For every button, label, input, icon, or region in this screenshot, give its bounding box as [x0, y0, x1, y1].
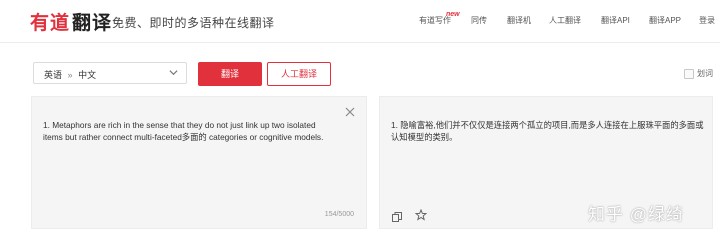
top-header: 有道 翻译 免费、即时的多语种在线翻译 有道写作 同传 翻译机 人工翻译 翻译AP… [0, 0, 720, 43]
new-badge: new [446, 11, 460, 18]
lang-from: 英语 [44, 70, 63, 80]
nav-item-login[interactable]: 登录 [699, 15, 715, 26]
chevron-down-icon [169, 68, 178, 79]
lang-to: 中文 [78, 70, 97, 80]
translation-result: 1. 隐喻富裕,他们并不仅仅是连接两个孤立的项目,而是多人连接在上服珠平面的多面… [391, 120, 704, 142]
checkbox[interactable] [684, 69, 694, 79]
word-select-label: 划词 [697, 69, 713, 78]
lang-arrow: » [67, 70, 73, 80]
char-counter: 154/5000 [324, 211, 354, 218]
close-icon[interactable] [344, 107, 356, 119]
watermark: 知乎 @绿绮 [588, 205, 684, 224]
copy-icon[interactable] [392, 209, 402, 222]
star-icon[interactable] [414, 208, 428, 221]
translate-button[interactable]: 翻译 [198, 62, 262, 86]
toolbar: 英语 » 中文 翻译 人工翻译 划词 [0, 62, 720, 86]
top-nav: 有道写作 同传 翻译机 人工翻译 翻译API 翻译APP 登录 [0, 15, 720, 31]
source-panel[interactable]: 1. Metaphors are rich in the sense that … [31, 96, 367, 229]
nav-item-api[interactable]: 翻译API [601, 15, 630, 26]
nav-item-interpreting[interactable]: 同传 [471, 15, 487, 26]
language-pair: 英语 » 中文 [44, 68, 96, 81]
nav-item-app[interactable]: 翻译APP [649, 15, 681, 26]
source-text-input[interactable]: 1. Metaphors are rich in the sense that … [43, 119, 333, 143]
language-select[interactable]: 英语 » 中文 [33, 62, 187, 84]
word-select-toggle[interactable]: 划词 [684, 68, 716, 80]
nav-item-human-translation[interactable]: 人工翻译 [549, 15, 581, 26]
nav-item-device[interactable]: 翻译机 [507, 15, 531, 26]
human-translate-button[interactable]: 人工翻译 [267, 62, 331, 86]
